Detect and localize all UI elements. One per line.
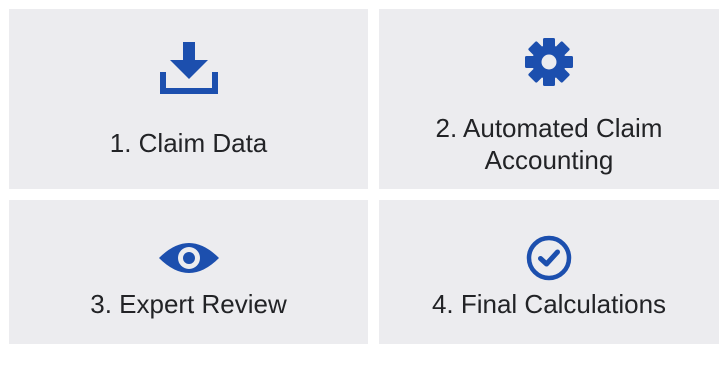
step-tile-claim-data: 1. Claim Data bbox=[9, 9, 368, 189]
gear-icon bbox=[525, 38, 573, 86]
eye-icon bbox=[158, 243, 219, 273]
process-steps-grid: 1. Claim Data 2. Automated Claim Account… bbox=[0, 0, 726, 371]
step-tile-automated-claim-accounting: 2. Automated Claim Accounting bbox=[379, 9, 719, 189]
step-label: 2. Automated Claim Accounting bbox=[435, 113, 663, 175]
check-circle-icon bbox=[526, 235, 572, 281]
step-label: 3. Expert Review bbox=[90, 289, 287, 319]
step-label: 1. Claim Data bbox=[109, 128, 268, 158]
step-tile-expert-review: 3. Expert Review bbox=[9, 200, 368, 344]
step-tile-final-calculations: 4. Final Calculations bbox=[379, 200, 719, 344]
step-label: 4. Final Calculations bbox=[431, 289, 667, 319]
download-icon bbox=[159, 42, 218, 94]
